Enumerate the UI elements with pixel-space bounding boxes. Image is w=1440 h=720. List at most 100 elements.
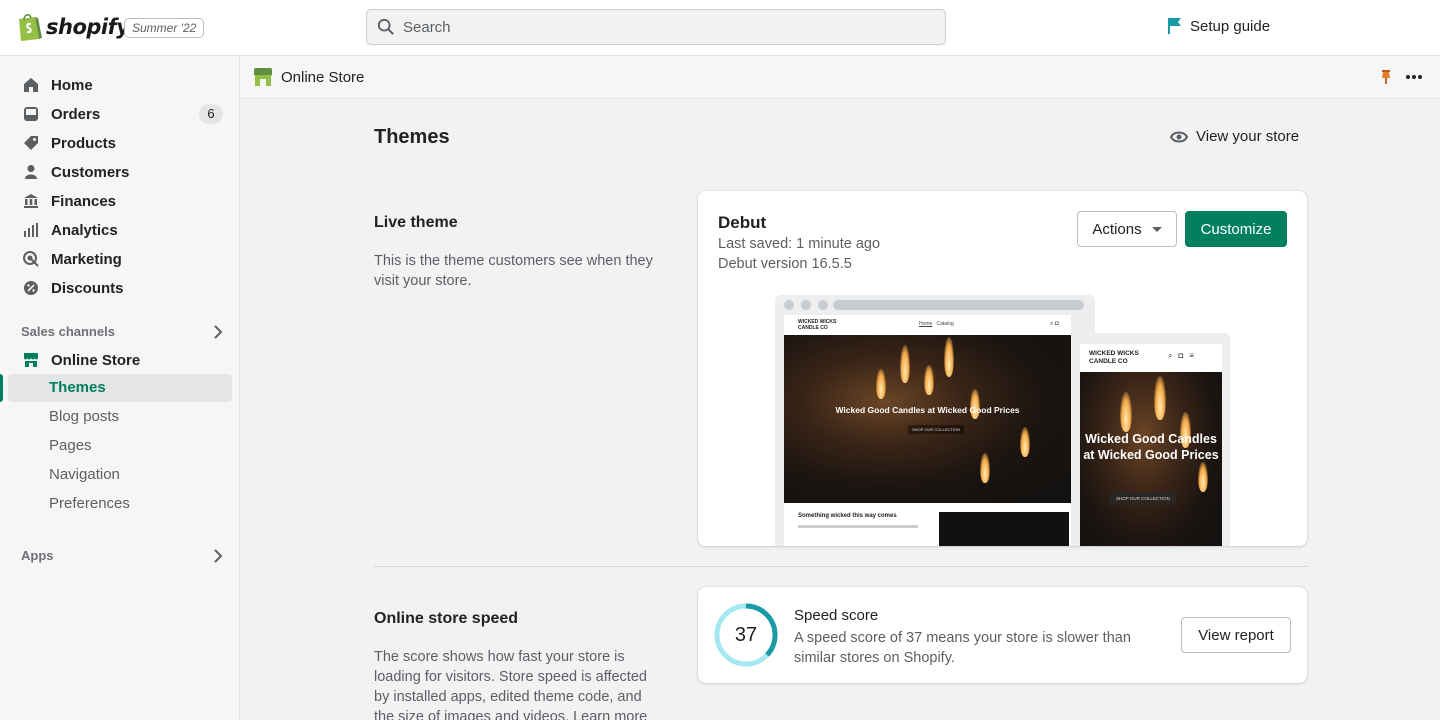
sidebar-item-products[interactable]: Products [8, 129, 232, 157]
sidebar-item-discounts[interactable]: Discounts [8, 274, 232, 302]
preview-nav-catalog: Catalog [936, 321, 954, 327]
preview-hero-text: Wicked Good Candles at Wicked Good Price… [835, 405, 1020, 415]
shopify-bag-icon [19, 14, 42, 41]
home-icon [22, 76, 40, 94]
shopify-logo[interactable]: shopify [16, 12, 130, 42]
sidebar-item-label: Discounts [51, 279, 124, 297]
desktop-site: WICKED WICKS CANDLE CO Home Catalog ⌕ ◘ … [784, 315, 1071, 546]
chevron-right-icon [214, 548, 223, 563]
speed-score-description: A speed score of 37 means your store is … [794, 630, 1131, 666]
page-title: Themes [374, 126, 450, 148]
theme-name: Debut [718, 213, 767, 232]
speed-score-label: Speed score [794, 607, 879, 624]
view-store-link[interactable]: View your store [1170, 128, 1299, 145]
target-icon [22, 250, 40, 268]
speed-score-value: 37 [734, 624, 758, 646]
sidebar-item-label: Analytics [51, 221, 118, 239]
sidebar-item-label: Home [51, 76, 93, 94]
sidebar-item-online-store[interactable]: Online Store [8, 346, 232, 374]
speed-card: 37 Speed score A speed score of 37 means… [698, 587, 1307, 683]
discount-icon [22, 279, 40, 297]
sidebar-subitem-pages[interactable]: Pages [8, 432, 232, 460]
preview-hero-image: Wicked Good Candles at Wicked Good Price… [784, 335, 1071, 503]
sidebar-item-analytics[interactable]: Analytics [8, 216, 232, 244]
more-icon[interactable] [1405, 68, 1423, 86]
sidebar-item-home[interactable]: Home [8, 71, 232, 99]
sidebar-subitem-navigation[interactable]: Navigation [8, 461, 232, 489]
apps-header[interactable]: Apps [21, 548, 223, 563]
sidebar-item-customers[interactable]: Customers [8, 158, 232, 186]
preview-nav: Home Catalog [919, 321, 954, 327]
desktop-preview[interactable]: WICKED WICKS CANDLE CO Home Catalog ⌕ ◘ … [775, 295, 1095, 546]
mobile-hero-text: Wicked Good Candles at Wicked Good Price… [1083, 432, 1219, 462]
search-bar[interactable] [366, 9, 946, 45]
store-icon [22, 351, 40, 369]
mobile-hero-button: SHOP OUR COLLECTION [1110, 492, 1176, 505]
bar-chart-icon [22, 221, 40, 239]
sidebar-subitem-preferences[interactable]: Preferences [8, 490, 232, 518]
sidebar-subitem-themes[interactable]: Themes [8, 374, 232, 402]
mobile-site: WICKED WICKS CANDLE CO ⌕◘≡ Wicked Good C… [1080, 344, 1222, 546]
sidebar-item-label: Finances [51, 192, 117, 210]
edition-badge: Summer '22 [124, 18, 205, 38]
mobile-preview[interactable]: WICKED WICKS CANDLE CO ⌕◘≡ Wicked Good C… [1072, 333, 1230, 546]
sidebar-item-label: Customers [51, 163, 130, 181]
app-bar: Online Store [241, 56, 1440, 99]
pin-icon[interactable] [1379, 69, 1393, 85]
live-theme-card: Debut Last saved: 1 minute ago Debut ver… [698, 191, 1307, 546]
online-store-icon [254, 68, 272, 86]
customize-button[interactable]: Customize [1185, 211, 1287, 247]
mobile-header-icons: ⌕◘≡ [1168, 351, 1200, 360]
sidebar-item-marketing[interactable]: Marketing [8, 245, 232, 273]
sidebar: Home Orders 6 Products Customers Finance… [0, 56, 240, 720]
person-icon [22, 163, 40, 181]
app-title-label: Online Store [281, 68, 365, 86]
caret-down-icon [1151, 226, 1162, 232]
apps-label: Apps [21, 548, 54, 563]
mobile-hero-image: Wicked Good Candles at Wicked Good Price… [1080, 372, 1222, 546]
chevron-right-icon [214, 324, 223, 339]
bank-icon [22, 192, 40, 210]
sidebar-item-orders[interactable]: Orders 6 [8, 100, 232, 128]
preview-below-line [798, 525, 918, 528]
browser-dots [784, 300, 835, 310]
orders-count-badge: 6 [199, 104, 223, 124]
orders-icon [22, 105, 40, 123]
live-theme-description: This is the theme customers see when the… [374, 253, 653, 289]
eye-icon [1170, 131, 1188, 142]
preview-nav-home: Home [919, 321, 933, 327]
preview-dark-block [939, 512, 1069, 546]
preview-search-cart-icons: ⌕ ◘ [1050, 321, 1059, 327]
flag-icon [1168, 18, 1181, 34]
browser-url-bar [833, 300, 1084, 310]
view-report-button[interactable]: View report [1181, 617, 1291, 653]
setup-guide-link[interactable]: Setup guide [1168, 17, 1270, 35]
sidebar-item-label: Online Store [51, 351, 141, 369]
active-indicator [0, 374, 3, 402]
theme-last-saved: Last saved: 1 minute ago [718, 236, 881, 252]
theme-version: Debut version 16.5.5 [718, 256, 852, 272]
mobile-brand: WICKED WICKS CANDLE CO [1089, 350, 1139, 365]
speed-title: Online store speed [374, 610, 519, 627]
tag-icon [22, 134, 40, 152]
actions-label: Actions [1092, 220, 1142, 238]
preview-hero-button: SHOP OUR COLLECTION [908, 425, 964, 434]
sales-channels-header[interactable]: Sales channels [21, 324, 223, 339]
live-theme-title: Live theme [374, 214, 458, 231]
sales-channels-label: Sales channels [21, 324, 115, 339]
app-title: Online Store [253, 67, 364, 87]
speed-description: The score shows how fast your store is l… [374, 649, 648, 720]
actions-button[interactable]: Actions [1077, 211, 1177, 247]
preview-brand: WICKED WICKS CANDLE CO [798, 319, 837, 331]
search-input[interactable] [403, 18, 923, 36]
sidebar-subitem-blog-posts[interactable]: Blog posts [8, 403, 232, 431]
section-divider [374, 566, 1308, 567]
sidebar-item-label: Orders [51, 105, 101, 123]
sidebar-item-label: Marketing [51, 250, 122, 268]
view-store-label: View your store [1196, 128, 1300, 145]
sidebar-item-finances[interactable]: Finances [8, 187, 232, 215]
preview-below-text: Something wicked this way comes [798, 513, 897, 519]
top-bar: shopify Summer '22 Setup guide [0, 0, 1440, 56]
search-icon [377, 18, 394, 35]
logo-wordmark: shopify [46, 15, 130, 39]
